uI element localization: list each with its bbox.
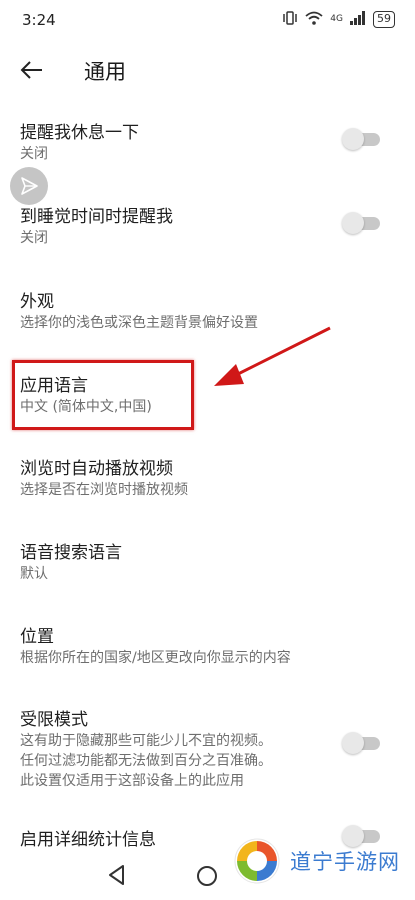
setting-title: 语音搜索语言 <box>20 543 122 563</box>
setting-subtitle: 默认 <box>20 566 48 582</box>
watermark-logo-icon <box>234 838 280 884</box>
setting-title: 浏览时自动播放视频 <box>20 459 173 479</box>
setting-title: 启用详细统计信息 <box>20 830 156 850</box>
back-button[interactable] <box>14 52 50 88</box>
nav-home-button[interactable] <box>197 866 217 886</box>
setting-subtitle: 选择是否在浏览时播放视频 <box>20 482 188 498</box>
setting-subtitle-line: 此设置仅适用于这部设备上的此应用 <box>20 773 244 789</box>
arrow-left-icon <box>20 61 42 79</box>
restricted-mode-toggle[interactable] <box>342 732 380 754</box>
watermark: 道宁手游网 <box>232 826 412 896</box>
setting-subtitle: 根据你所在的国家/地区更改向你显示的内容 <box>20 650 291 666</box>
floating-assist-button[interactable] <box>10 167 48 205</box>
annotation-arrow-icon <box>214 326 331 386</box>
status-time: 3:24 <box>22 11 56 29</box>
send-icon <box>21 177 38 195</box>
setting-title: 位置 <box>20 627 54 647</box>
setting-voice-search-language[interactable]: 语音搜索语言 默认 <box>0 538 415 598</box>
setting-location[interactable]: 位置 根据你所在的国家/地区更改向你显示的内容 <box>0 622 415 682</box>
network-type-label: 4G <box>330 14 343 24</box>
wifi-icon <box>305 11 323 28</box>
watermark-text: 道宁手游网 <box>290 850 400 874</box>
triangle-back-icon <box>109 865 124 885</box>
setting-title: 受限模式 <box>20 710 88 730</box>
setting-autoplay[interactable]: 浏览时自动播放视频 选择是否在浏览时播放视频 <box>0 454 415 514</box>
setting-title: 到睡觉时间时提醒我 <box>20 207 173 227</box>
app-bar: 通用 <box>0 46 415 92</box>
annotation-highlight-box <box>12 360 194 430</box>
status-icons: 4G 59 <box>282 11 395 28</box>
setting-subtitle: 关闭 <box>20 146 48 162</box>
setting-subtitle: 关闭 <box>20 230 48 246</box>
bedtime-reminder-toggle[interactable] <box>342 212 380 234</box>
signal-icon <box>350 11 366 28</box>
setting-title: 提醒我休息一下 <box>20 123 139 143</box>
setting-take-a-break[interactable]: 提醒我休息一下 关闭 <box>0 118 415 178</box>
battery-icon: 59 <box>373 11 395 28</box>
break-reminder-toggle[interactable] <box>342 128 380 150</box>
setting-bedtime-reminder[interactable]: 到睡觉时间时提醒我 关闭 <box>0 202 415 262</box>
setting-title: 外观 <box>20 292 54 312</box>
setting-restricted-mode[interactable]: 受限模式 这有助于隐藏那些可能少儿不宜的视频。 任何过滤功能都无法做到百分之百准… <box>0 705 415 795</box>
vibrate-icon <box>282 11 298 28</box>
setting-subtitle-line: 任何过滤功能都无法做到百分之百准确。 <box>20 753 272 769</box>
nav-back-button[interactable] <box>107 864 127 890</box>
status-bar: 3:24 4G 59 <box>0 0 415 40</box>
page-title: 通用 <box>84 60 126 84</box>
setting-subtitle-line: 这有助于隐藏那些可能少儿不宜的视频。 <box>20 733 272 749</box>
